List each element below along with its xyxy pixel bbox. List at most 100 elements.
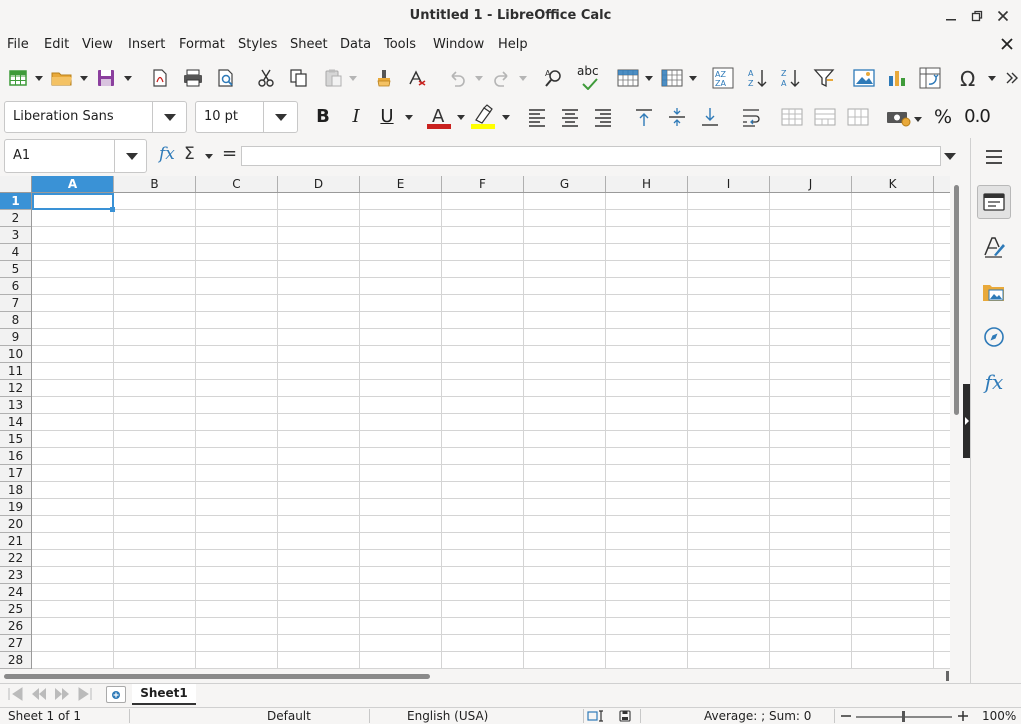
close-window-button[interactable] (993, 6, 1013, 26)
row-header-12[interactable]: 12 (0, 380, 31, 397)
sidebar-functions-button[interactable]: fx (977, 365, 1011, 399)
vertical-scroll-thumb[interactable] (954, 185, 959, 415)
save-button[interactable] (94, 66, 118, 90)
menu-tools[interactable]: Tools (384, 34, 416, 56)
align-bottom-button[interactable] (698, 105, 722, 129)
column-header-c[interactable]: C (196, 176, 278, 192)
new-dropdown[interactable] (34, 66, 44, 90)
print-button[interactable] (181, 66, 205, 90)
language-status[interactable]: English (USA) (407, 709, 488, 724)
insert-chart-button[interactable] (885, 66, 909, 90)
horizontal-scroll-thumb[interactable] (4, 674, 430, 679)
align-left-button[interactable] (525, 105, 549, 129)
select-all-corner[interactable] (0, 176, 32, 193)
column-header-i[interactable]: I (688, 176, 770, 192)
menu-file[interactable]: File (7, 34, 29, 56)
highlight-color-dropdown[interactable] (501, 105, 511, 129)
row-header-26[interactable]: 26 (0, 618, 31, 635)
menu-edit[interactable]: Edit (44, 34, 69, 56)
row-header-11[interactable]: 11 (0, 363, 31, 380)
page-style[interactable]: Default (267, 709, 311, 724)
formula-input[interactable] (241, 146, 941, 166)
last-sheet-button[interactable] (76, 687, 94, 705)
column-header-f[interactable]: F (442, 176, 524, 192)
row-header-21[interactable]: 21 (0, 533, 31, 550)
print-preview-button[interactable] (214, 66, 238, 90)
font-name-dropdown[interactable] (152, 102, 186, 132)
document-modified-indicator[interactable] (618, 710, 632, 724)
export-pdf-button[interactable] (148, 66, 172, 90)
save-dropdown[interactable] (123, 66, 133, 90)
row-header-5[interactable]: 5 (0, 261, 31, 278)
column-header-j[interactable]: J (770, 176, 852, 192)
undo-button[interactable] (445, 66, 469, 90)
open-button[interactable] (50, 66, 74, 90)
center-vertically-button[interactable] (665, 105, 689, 129)
font-name-combo[interactable]: Liberation Sans (4, 101, 187, 133)
underline-dropdown[interactable] (404, 105, 414, 129)
next-sheet-button[interactable] (53, 687, 71, 705)
more-toolbar-button[interactable] (1003, 66, 1021, 90)
font-color-button[interactable]: A (426, 103, 452, 131)
menu-window[interactable]: Window (433, 34, 484, 56)
zoom-out-button[interactable] (840, 710, 852, 724)
previous-sheet-button[interactable] (30, 687, 48, 705)
sidebar-menu-button[interactable] (977, 140, 1011, 174)
function-wizard-button[interactable]: fx (159, 144, 179, 168)
zoom-in-button[interactable] (957, 710, 969, 724)
row-header-2[interactable]: 2 (0, 210, 31, 227)
column-header-k[interactable]: K (852, 176, 934, 192)
row-header-16[interactable]: 16 (0, 448, 31, 465)
row-header-1[interactable]: 1 (0, 193, 31, 210)
row-header-3[interactable]: 3 (0, 227, 31, 244)
percent-format-button[interactable]: % (932, 104, 954, 130)
cut-button[interactable] (254, 66, 278, 90)
menu-view[interactable]: View (82, 34, 113, 56)
row-header-23[interactable]: 23 (0, 567, 31, 584)
name-box-dropdown[interactable] (114, 140, 148, 172)
row-button[interactable] (616, 66, 640, 90)
row-header-20[interactable]: 20 (0, 516, 31, 533)
insert-image-button[interactable] (852, 66, 876, 90)
close-document-button[interactable] (998, 35, 1016, 53)
align-center-button[interactable] (558, 105, 582, 129)
decimal-format-button[interactable]: 0.0 (962, 104, 992, 130)
align-top-button[interactable] (632, 105, 656, 129)
row-header-10[interactable]: 10 (0, 346, 31, 363)
menu-styles[interactable]: Styles (238, 34, 277, 56)
column-header-g[interactable]: G (524, 176, 606, 192)
currency-format-button[interactable] (885, 105, 913, 129)
row-dropdown[interactable] (644, 66, 654, 90)
menu-data[interactable]: Data (340, 34, 371, 56)
undo-dropdown[interactable] (474, 66, 484, 90)
unmerge-cells-button[interactable] (846, 105, 870, 129)
menu-format[interactable]: Format (179, 34, 225, 56)
sort-ascending-button[interactable]: AZ (746, 66, 770, 90)
column-header-a[interactable]: A (32, 176, 114, 192)
row-header-6[interactable]: 6 (0, 278, 31, 295)
bold-button[interactable]: B (312, 104, 334, 130)
spelling-button[interactable]: abc (576, 64, 602, 92)
redo-dropdown[interactable] (518, 66, 528, 90)
special-character-dropdown[interactable] (987, 66, 997, 90)
column-header-e[interactable]: E (360, 176, 442, 192)
row-header-7[interactable]: 7 (0, 295, 31, 312)
row-header-9[interactable]: 9 (0, 329, 31, 346)
selection-summary[interactable]: Average: ; Sum: 0 (704, 709, 811, 724)
merge-center-button[interactable] (813, 105, 837, 129)
column-dropdown[interactable] (688, 66, 698, 90)
row-header-14[interactable]: 14 (0, 414, 31, 431)
open-dropdown[interactable] (79, 66, 89, 90)
scrollbar-split-handle[interactable] (946, 671, 949, 681)
copy-button[interactable] (287, 66, 311, 90)
row-header-15[interactable]: 15 (0, 431, 31, 448)
sidebar-styles-button[interactable] (977, 230, 1011, 264)
redo-button[interactable] (490, 66, 514, 90)
font-size-dropdown[interactable] (263, 102, 297, 132)
column-button[interactable] (660, 66, 684, 90)
sum-dropdown[interactable] (204, 144, 214, 168)
first-sheet-button[interactable] (7, 687, 25, 705)
sidebar-navigator-button[interactable] (977, 320, 1011, 354)
restore-button[interactable] (967, 6, 987, 26)
italic-button[interactable]: I (345, 104, 367, 130)
